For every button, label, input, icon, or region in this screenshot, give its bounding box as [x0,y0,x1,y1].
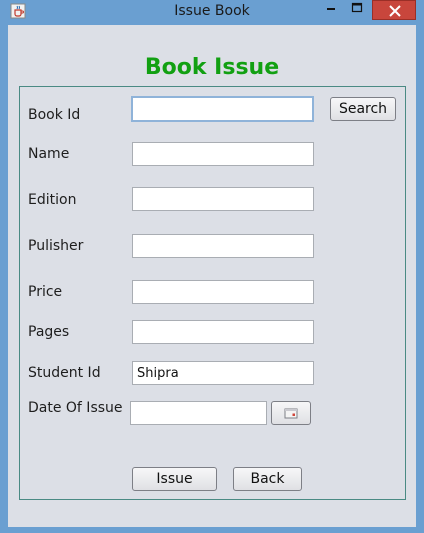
calendar-icon [284,408,298,419]
form-heading: Book Issue [144,55,280,80]
student-id-input[interactable] [132,361,314,385]
book-id-label: Book Id [28,107,81,123]
date-of-issue-input[interactable] [130,401,267,425]
close-button[interactable] [372,0,416,20]
publisher-input[interactable] [132,234,314,258]
student-id-label: Student Id [28,365,101,381]
book-id-input[interactable] [131,96,314,122]
pages-input[interactable] [132,320,314,344]
edition-input[interactable] [132,187,314,211]
minimize-icon [327,8,335,10]
issue-book-window: Issue Book Book Issue Book Id Search Nam… [0,0,424,533]
maximize-icon [351,2,363,13]
publisher-label: Pulisher [28,238,84,254]
name-input[interactable] [132,142,314,166]
close-icon [389,5,401,17]
price-input[interactable] [132,280,314,304]
calendar-button[interactable] [271,401,311,425]
issue-button[interactable]: Issue [132,467,217,491]
name-label: Name [28,146,70,162]
maximize-button[interactable] [344,0,370,20]
price-label: Price [28,284,63,300]
content-area: Book Issue Book Id Search Name Edition P… [8,25,416,527]
search-button[interactable]: Search [330,97,396,121]
minimize-button[interactable] [318,0,344,20]
edition-label: Edition [28,192,77,208]
pages-label: Pages [28,324,70,340]
date-of-issue-label: Date Of Issue [28,400,123,416]
title-bar[interactable]: Issue Book [0,0,424,24]
back-button[interactable]: Back [233,467,302,491]
